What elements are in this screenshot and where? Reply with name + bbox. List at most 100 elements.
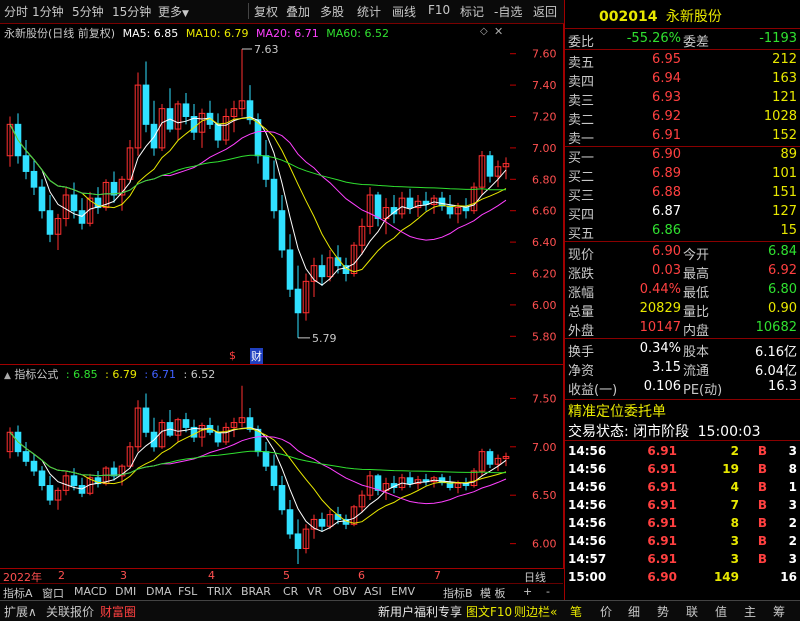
- sell-level-row[interactable]: 卖四 6.94 163: [565, 71, 800, 90]
- buy-level-row[interactable]: 买二 6.89 101: [565, 166, 800, 185]
- toolbar-item-f10[interactable]: F10: [428, 3, 450, 17]
- tab-emv[interactable]: EMV: [391, 585, 415, 598]
- tab-remove-button[interactable]: -: [546, 585, 550, 598]
- new-user-benefit-link[interactable]: 新用户福利专享: [378, 603, 462, 620]
- tab-cr[interactable]: CR: [283, 585, 298, 598]
- tab-dmi[interactable]: DMI: [115, 585, 136, 598]
- tab-add-button[interactable]: +: [523, 585, 532, 598]
- fundamental-label: 换手: [568, 345, 595, 360]
- tick-count: 3: [788, 552, 797, 566]
- candle-body: [462, 207, 470, 212]
- stat-row: 外盘 10147 内盘 10682: [565, 320, 800, 339]
- order-ratio-label: 委比: [568, 35, 595, 50]
- tab-macd[interactable]: MACD: [74, 585, 107, 598]
- buy-level-label: 买一: [568, 151, 595, 166]
- wealth-circle-button[interactable]: 财富圈: [100, 603, 136, 620]
- buy-level-price: 6.87: [652, 204, 681, 219]
- sell-level-price: 6.91: [652, 128, 681, 143]
- entrust-title[interactable]: 精准定位委托单: [568, 401, 666, 421]
- panel-tab-price[interactable]: 价: [600, 603, 612, 620]
- toolbar-item-back[interactable]: 返回: [533, 3, 557, 20]
- buy-level-row[interactable]: 买四 6.87 127: [565, 204, 800, 223]
- tick-side: B: [757, 534, 767, 548]
- toolbar-item-more[interactable]: 更多▼: [158, 3, 189, 20]
- time-axis-month: 4: [208, 569, 215, 582]
- stat-value: 6.84: [768, 244, 797, 259]
- stock-header: 002014 永新股份: [599, 6, 722, 26]
- trade-status-time: 15:00:03: [697, 424, 761, 440]
- tick-row: 14:56 6.91 7 B 3: [565, 498, 800, 515]
- sell-level-volume: 163: [772, 71, 797, 86]
- order-diff-label: 委差: [683, 35, 710, 50]
- tab-vr[interactable]: VR: [307, 585, 322, 598]
- panel-tab-trend[interactable]: 势: [657, 603, 669, 620]
- tab-indicator-b[interactable]: 指标B: [443, 585, 473, 601]
- tab-fsl[interactable]: FSL: [178, 585, 197, 598]
- toolbar-item-1min[interactable]: 1分钟: [32, 3, 64, 20]
- panel-tab-value[interactable]: 值: [715, 603, 727, 620]
- tick-count: 1: [788, 480, 797, 494]
- tab-asi[interactable]: ASI: [364, 585, 382, 598]
- fundamental-row: 收益(一) 0.106 PE(动) 16.3: [565, 379, 800, 398]
- tick-price: 6.90: [647, 570, 677, 584]
- candle-body: [70, 475, 78, 487]
- sell-level-volume: 121: [772, 90, 797, 105]
- toolbar-item-watchlist[interactable]: -自选: [494, 3, 522, 20]
- tick-side: B: [757, 552, 767, 566]
- related-quote-button[interactable]: 关联报价: [46, 603, 94, 620]
- tick-time: 14:56: [568, 480, 607, 494]
- stat-label: 最低: [683, 286, 710, 301]
- fundamental-label: 净资: [568, 364, 595, 379]
- toolbar-item-mark[interactable]: 标记: [460, 3, 484, 20]
- tick-row: 15:00 6.90 149 16: [565, 570, 800, 587]
- tick-side: B: [757, 516, 767, 530]
- candle-body: [270, 465, 278, 487]
- buy-level-row[interactable]: 买五 6.86 15: [565, 223, 800, 242]
- financial-report-mark[interactable]: 财: [250, 348, 263, 364]
- y-axis-label: 6.00: [532, 538, 557, 551]
- buy-level-volume: 127: [772, 204, 797, 219]
- toolbar-item-stats[interactable]: 统计: [357, 3, 381, 20]
- sell-level-row[interactable]: 卖二 6.92 1028: [565, 109, 800, 128]
- tab-brar[interactable]: BRAR: [241, 585, 271, 598]
- f10-graphic-button[interactable]: 图文F10: [466, 603, 512, 620]
- candle-body: [30, 460, 38, 472]
- buy-level-label: 买二: [568, 170, 595, 185]
- kline-pane[interactable]: 永新股份(日线 前复权) MA5: 6.85 MA10: 6.79 MA20: …: [0, 24, 564, 364]
- toolbar-item-15min[interactable]: 15分钟: [112, 3, 151, 20]
- tick-volume: 3: [730, 534, 739, 548]
- buy-level-row[interactable]: 买一 6.90 89: [565, 147, 800, 166]
- tab-template[interactable]: 模 板: [480, 585, 506, 601]
- sell-level-row[interactable]: 卖一 6.91 152: [565, 128, 800, 147]
- panel-tab-main[interactable]: 主: [744, 603, 756, 620]
- panel-tab-chips[interactable]: 筹: [773, 603, 785, 620]
- toolbar-item-overlay[interactable]: 叠加: [286, 3, 310, 20]
- panel-tab-linked[interactable]: 联: [686, 603, 698, 620]
- buy-level-row[interactable]: 买三 6.88 151: [565, 185, 800, 204]
- tab-dma[interactable]: DMA: [146, 585, 172, 598]
- tab-indicator-a[interactable]: 指标A: [3, 585, 33, 601]
- y-axis-label: 7.20: [532, 111, 557, 124]
- kline-chart: 7.60 7.40 7.20 7.00 6.80 6.60 6.40 6.20 6.00 5.80…: [6, 43, 557, 345]
- status-bar: 扩展∧ 关联报价 财富圈 新用户福利专享 图文F10 则边栏« 笔 价 细 势 …: [0, 600, 800, 621]
- indicator-pane[interactable]: ▲ 指标公式 : 6.85 : 6.79 : 6.71 : 6.52 7.50 7…: [0, 364, 564, 569]
- toolbar-item-minute-chart[interactable]: 分时: [4, 3, 28, 20]
- toolbar-item-adjust[interactable]: 复权: [254, 3, 278, 20]
- tick-price: 6.91: [647, 498, 677, 512]
- candle-body: [214, 431, 222, 443]
- toolbar-item-multi-stock[interactable]: 多股: [320, 3, 344, 20]
- tab-trix[interactable]: TRIX: [207, 585, 232, 598]
- tab-obv[interactable]: OBV: [333, 585, 356, 598]
- panel-tab-detail[interactable]: 细: [628, 603, 640, 620]
- sell-level-row[interactable]: 卖三 6.93 121: [565, 90, 800, 109]
- y-axis-label: 6.80: [532, 173, 557, 186]
- sidebar-toggle-button[interactable]: 则边栏«: [514, 603, 557, 620]
- tick-side: B: [757, 444, 767, 458]
- toolbar-item-5min[interactable]: 5分钟: [72, 3, 104, 20]
- dividend-mark[interactable]: $: [229, 349, 236, 362]
- sell-level-row[interactable]: 卖五 6.95 212: [565, 52, 800, 71]
- tab-window[interactable]: 窗口: [42, 585, 64, 601]
- expand-button[interactable]: 扩展∧: [4, 603, 37, 620]
- panel-tab-trades[interactable]: 笔: [570, 603, 582, 620]
- toolbar-item-draw[interactable]: 画线: [392, 3, 416, 20]
